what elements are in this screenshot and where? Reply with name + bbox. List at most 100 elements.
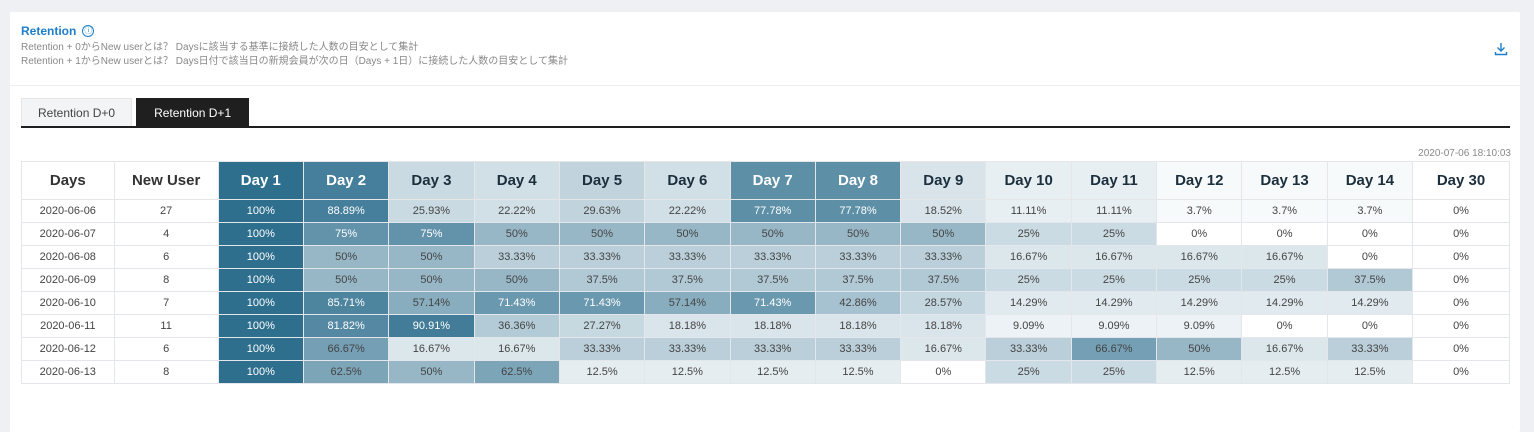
retention-cell: 29.63% [558,199,646,223]
retention-cell: 0% [1156,222,1243,246]
retention-cell: 18.18% [900,314,987,338]
retention-cell: 100% [217,291,304,315]
retention-cell: 25% [1156,268,1243,292]
retention-cell: 33.33% [644,337,731,361]
new-user-cell: 6 [113,337,219,361]
column-header: New User [113,161,219,200]
retention-cell: 3.7% [1326,199,1414,223]
retention-cell: 81.82% [302,314,390,338]
retention-cell: 11.11% [985,199,1072,223]
retention-cell: 0% [1412,291,1510,315]
retention-cell: 50% [644,222,731,246]
retention-cell: 18.18% [644,314,731,338]
column-header: Day 3 [388,161,475,200]
retention-title: Retention [21,24,77,38]
retention-cell: 57.14% [644,291,731,315]
retention-table: Days New User Day 1 Day 2 Day 3 Day 4 Day 5 Day… [21,161,1510,384]
tab-retention-d0[interactable]: Retention D+0 [21,98,133,127]
retention-cell: 100% [217,222,304,246]
retention-cell: 77.78% [729,199,816,223]
retention-cell: 66.67% [1070,337,1158,361]
retention-cell: 57.14% [388,291,475,315]
retention-cell: 77.78% [814,199,902,223]
retention-cell: 100% [217,314,304,338]
retention-cell: 25% [1241,268,1328,292]
retention-cell: 0% [1241,222,1328,246]
column-header: Day 8 [814,161,902,200]
retention-cell: 50% [388,245,475,269]
retention-cell: 16.67% [985,245,1072,269]
retention-cell: 18.18% [729,314,816,338]
new-user-cell: 8 [113,360,219,384]
date-cell: 2020-06-06 [21,199,115,223]
retention-cell: 100% [217,337,304,361]
table-row: 2020-06-12 6 100% 66.67% 16.67% 16.67% 33.33% 3… [21,337,1510,361]
table-row: 2020-06-11 11 100% 81.82% 90.91% 36.36% 27.27%… [21,314,1510,338]
retention-cell: 0% [900,360,987,384]
column-header: Days [21,161,115,200]
retention-cell: 33.33% [1326,337,1414,361]
retention-cell: 66.67% [302,337,390,361]
retention-cell: 100% [217,245,304,269]
retention-cell: 100% [217,268,304,292]
tab-retention-d1[interactable]: Retention D+1 [136,98,250,127]
info-icon[interactable]: ⓘ [82,25,95,37]
retention-cell: 0% [1412,360,1510,384]
retention-cell: 9.09% [1070,314,1158,338]
retention-cell: 25% [985,222,1072,246]
retention-cell: 50% [473,222,560,246]
retention-cell: 18.18% [814,314,902,338]
column-header: Day 5 [558,161,646,200]
description-line-2: Retention + 1からNew userとは？ Days日付で該当日の新規… [21,56,569,67]
retention-cell: 37.5% [1326,268,1414,292]
retention-cell: 0% [1326,314,1414,338]
retention-cell: 42.86% [814,291,902,315]
retention-cell: 33.33% [644,245,731,269]
retention-cell: 50% [729,222,816,246]
new-user-cell: 11 [113,314,219,338]
new-user-cell: 4 [113,222,219,246]
download-icon[interactable] [1494,42,1508,56]
retention-cell: 50% [558,222,646,246]
title-row: Retention ⓘ [21,24,568,38]
retention-cell: 62.5% [473,360,560,384]
date-cell: 2020-06-11 [21,314,115,338]
retention-cell: 12.5% [644,360,731,384]
retention-card: Retention ⓘ Retention + 0からNew userとは？ D… [10,12,1520,432]
retention-cell: 18.52% [900,199,987,223]
retention-cell: 16.67% [473,337,560,361]
retention-cell: 0% [1326,245,1414,269]
retention-cell: 0% [1412,314,1510,338]
retention-cell: 33.33% [900,245,987,269]
new-user-cell: 7 [113,291,219,315]
retention-cell: 37.5% [814,268,902,292]
column-header: Day 9 [900,161,987,200]
retention-cell: 25% [1070,268,1158,292]
retention-cell: 50% [900,222,987,246]
retention-cell: 14.29% [1326,291,1414,315]
description-line-1: Retention + 0からNew userとは？ Daysに該当する基準に接… [21,42,419,53]
date-cell: 2020-06-09 [21,268,115,292]
column-header: Day 1 [217,161,304,200]
column-header: Day 4 [473,161,560,200]
retention-cell: 0% [1412,337,1510,361]
retention-cell: 25% [985,268,1072,292]
retention-cell: 88.89% [302,199,390,223]
header: Retention ⓘ Retention + 0からNew userとは？ D… [21,24,568,68]
retention-cell: 36.36% [473,314,560,338]
retention-cell: 33.33% [558,337,646,361]
retention-cell: 25% [1070,222,1158,246]
retention-cell: 33.33% [729,337,816,361]
retention-cell: 28.57% [900,291,987,315]
retention-cell: 16.67% [1156,245,1243,269]
retention-cell: 33.33% [814,245,902,269]
retention-cell: 33.33% [985,337,1072,361]
date-cell: 2020-06-13 [21,360,115,384]
retention-cell: 0% [1412,268,1510,292]
tab-bar: Retention D+0 Retention D+1 [21,98,250,127]
retention-cell: 33.33% [814,337,902,361]
retention-cell: 50% [814,222,902,246]
retention-cell: 50% [388,360,475,384]
retention-cell: 9.09% [985,314,1072,338]
date-cell: 2020-06-07 [21,222,115,246]
